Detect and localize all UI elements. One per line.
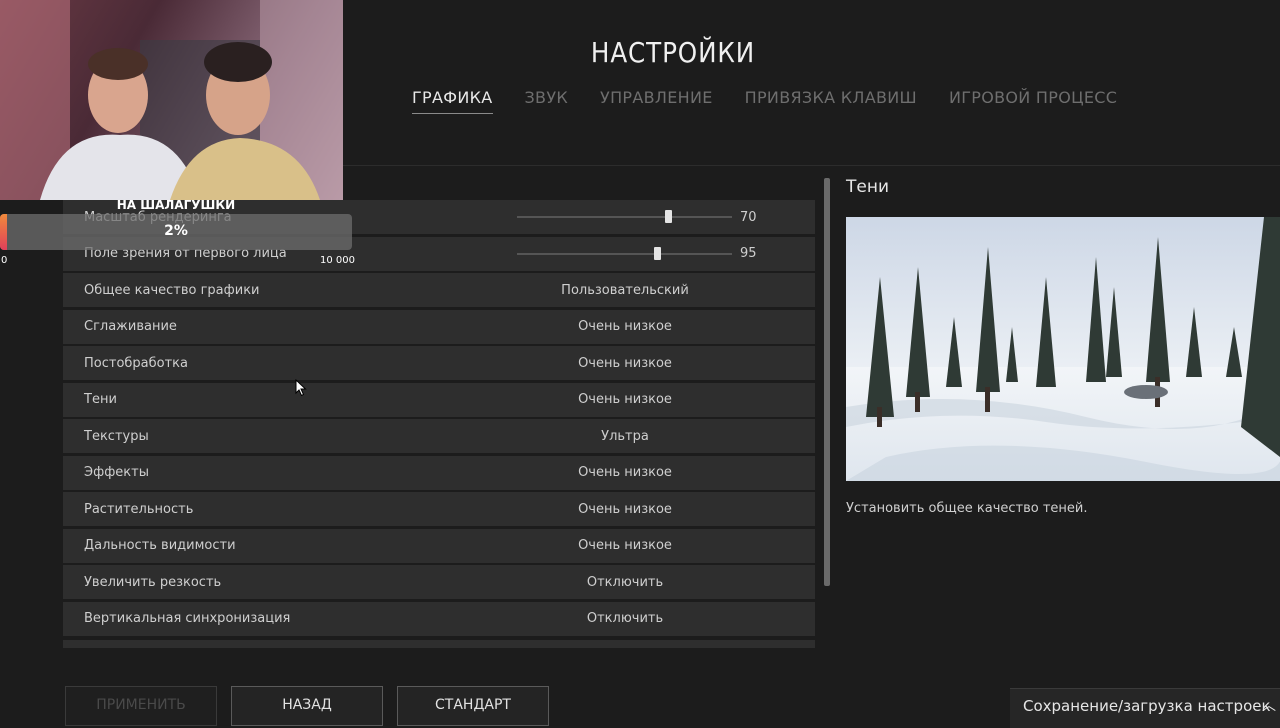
detail-title: Тени <box>846 177 890 197</box>
setting-label: Эффекты <box>84 465 149 480</box>
setting-value[interactable]: Очень низкое <box>521 319 729 334</box>
save-load-label: Сохранение/загрузка настроек <box>1023 697 1271 715</box>
setting-value[interactable]: Очень низкое <box>521 502 729 517</box>
preview-image <box>846 217 1280 481</box>
apply-button[interactable]: ПРИМЕНИТЬ <box>65 686 217 726</box>
setting-label: Общее качество графики <box>84 282 260 298</box>
goal-progress-bar: 2% <box>0 214 352 250</box>
setting-textures[interactable]: Текстуры Ультра <box>63 419 815 453</box>
setting-label: Постобработка <box>84 355 188 371</box>
render-scale-slider[interactable] <box>517 210 732 223</box>
default-button[interactable]: СТАНДАРТ <box>397 686 549 726</box>
setting-label: Растительность <box>84 501 194 517</box>
mouse-pointer-icon <box>295 378 307 401</box>
fov-slider[interactable] <box>517 246 732 260</box>
setting-value[interactable]: Отключить <box>521 611 729 626</box>
setting-value[interactable]: Очень низкое <box>521 392 729 407</box>
tab-key-bindings[interactable]: ПРИВЯЗКА КЛАВИШ <box>745 88 917 114</box>
list-partial-row <box>63 640 815 648</box>
setting-post-processing[interactable]: Постобработка Очень низкое <box>63 346 815 380</box>
back-button[interactable]: НАЗАД <box>231 686 383 726</box>
detail-description: Установить общее качество теней. <box>846 501 1088 516</box>
setting-shadows[interactable]: Тени Очень низкое <box>63 382 815 417</box>
donation-goal-widget: НА ШАЛАГУШКИ 2% 0 10 000 <box>0 194 362 274</box>
slider-value: 70 <box>740 209 757 225</box>
slider-thumb[interactable] <box>654 246 662 260</box>
chevron-up-icon: ︿ <box>1262 698 1276 714</box>
tab-sound[interactable]: ЗВУК <box>525 88 569 114</box>
setting-vsync[interactable]: Вертикальная синхронизация Отключить <box>63 601 815 636</box>
settings-tabs: ГРАФИКА ЗВУК УПРАВЛЕНИЕ ПРИВЯЗКА КЛАВИШ … <box>412 88 1117 114</box>
setting-overall-quality[interactable]: Общее качество графики Пользовательский <box>63 273 815 307</box>
slider-thumb[interactable] <box>664 210 672 223</box>
setting-value[interactable]: Очень низкое <box>521 538 729 553</box>
setting-label: Сглаживание <box>84 319 177 334</box>
tab-controls[interactable]: УПРАВЛЕНИЕ <box>600 88 713 114</box>
goal-title: НА ШАЛАГУШКИ <box>116 198 236 212</box>
setting-foliage[interactable]: Растительность Очень низкое <box>63 492 815 526</box>
setting-value[interactable]: Пользовательский <box>521 283 729 298</box>
setting-sharpen[interactable]: Увеличить резкость Отключить <box>63 565 815 599</box>
setting-label: Вертикальная синхронизация <box>84 611 291 626</box>
goal-percent: 2% <box>164 223 188 239</box>
tab-graphics[interactable]: ГРАФИКА <box>412 88 493 114</box>
setting-value[interactable]: Очень низкое <box>521 465 729 480</box>
setting-effects[interactable]: Эффекты Очень низкое <box>63 455 815 490</box>
webcam-overlay <box>0 0 343 200</box>
tab-gameplay[interactable]: ИГРОВОЙ ПРОЦЕСС <box>949 88 1117 114</box>
setting-value[interactable]: Ультра <box>521 429 729 444</box>
setting-label: Текстуры <box>84 428 149 444</box>
setting-label: Дальность видимости <box>84 538 236 553</box>
settings-scrollbar[interactable] <box>824 178 830 586</box>
setting-label: Тени <box>84 392 117 407</box>
setting-view-distance[interactable]: Дальность видимости Очень низкое <box>63 528 815 563</box>
save-load-settings-button[interactable]: Сохранение/загрузка настроек ︿ <box>1010 688 1280 728</box>
setting-label: Увеличить резкость <box>84 574 222 590</box>
setting-antialiasing[interactable]: Сглаживание Очень низкое <box>63 309 815 344</box>
setting-value[interactable]: Отключить <box>521 575 729 590</box>
goal-min: 0 <box>1 255 8 266</box>
goal-max: 10 000 <box>320 255 355 266</box>
slider-value: 95 <box>740 246 757 261</box>
setting-value[interactable]: Очень низкое <box>521 356 729 371</box>
